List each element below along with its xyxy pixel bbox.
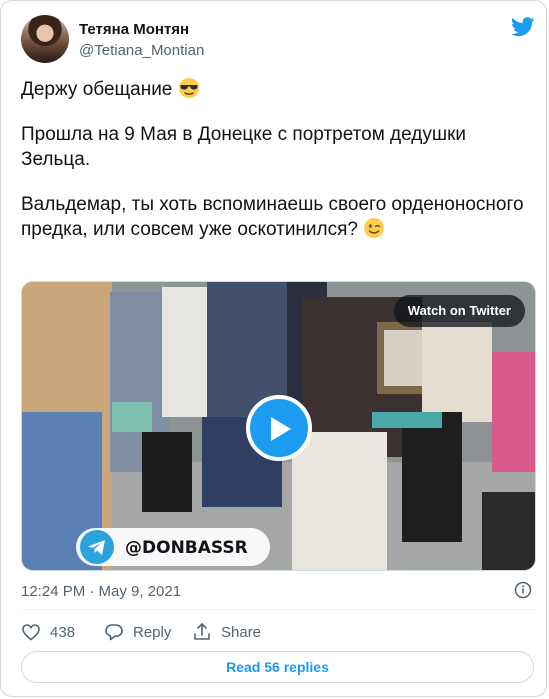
tweet-text: Держу обещание Прошла на 9 Мая в Донецке… [21, 77, 531, 262]
info-icon[interactable] [514, 581, 532, 599]
tweet-paragraph-3: Вальдемар, ты хоть вспоминаешь своего ор… [21, 194, 524, 240]
play-icon [271, 417, 291, 441]
reply-label: Reply [133, 623, 172, 641]
reply-icon [105, 624, 123, 641]
tweet-card: Тетяна Монтян @Tetiana_Montian Держу обе… [0, 0, 547, 697]
winking-face-emoji-icon [364, 218, 385, 238]
tweet-paragraph-2: Прошла на 9 Мая в Донецке с портретом де… [21, 124, 467, 170]
sunglasses-emoji-icon [178, 78, 199, 98]
video-thumbnail[interactable]: Watch on Twitter @DONBASSR [21, 281, 536, 571]
watermark-badge: @DONBASSR [76, 528, 270, 566]
like-button[interactable]: 438 [21, 621, 75, 643]
share-label: Share [221, 623, 262, 641]
author-name[interactable]: Тетяна Монтян [79, 21, 189, 38]
twitter-bird-icon[interactable] [511, 17, 535, 37]
telegram-icon [80, 530, 114, 564]
tweet-paragraph-1: Держу обещание [21, 79, 173, 100]
avatar[interactable] [21, 15, 69, 63]
share-icon [194, 623, 210, 640]
reply-button[interactable]: Reply [104, 621, 171, 643]
read-replies-button[interactable]: Read 56 replies [21, 651, 534, 683]
share-button[interactable]: Share [192, 621, 261, 643]
author-handle[interactable]: @Tetiana_Montian [79, 42, 204, 59]
tweet-timestamp[interactable]: 12:24 PM · May 9, 2021 [21, 583, 181, 600]
heart-icon [22, 624, 40, 641]
watch-on-twitter-button[interactable]: Watch on Twitter [393, 295, 525, 327]
play-button[interactable] [246, 395, 312, 461]
watermark-text: @DONBASSR [125, 538, 248, 558]
like-count: 438 [50, 623, 76, 641]
divider [21, 609, 536, 610]
